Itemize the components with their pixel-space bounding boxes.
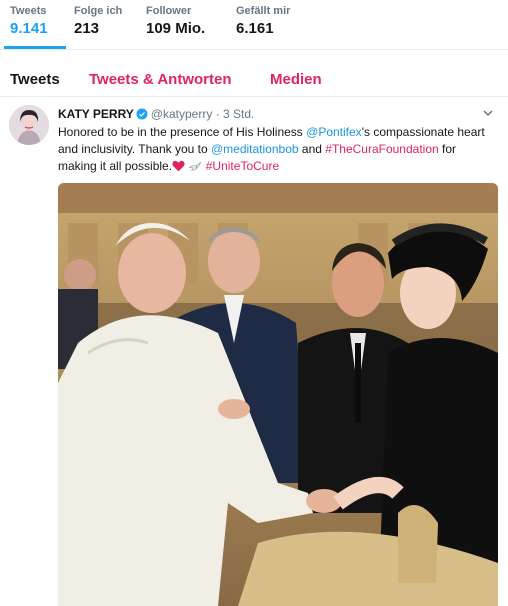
tweet-photo-image <box>58 183 498 606</box>
tab-media[interactable]: Medien <box>270 71 322 88</box>
stat-label: Folge ich <box>74 5 123 17</box>
hashtag-link[interactable]: #UniteToCure <box>206 159 279 173</box>
author-handle[interactable]: @katyperry <box>151 107 213 121</box>
tweet-photo[interactable] <box>58 183 498 606</box>
stat-label: Gefällt mir <box>236 5 291 17</box>
stat-following[interactable]: Folge ich 213 <box>74 5 122 37</box>
stat-label: Follower <box>146 5 192 17</box>
heart-emoji-icon <box>172 160 185 172</box>
hashtag-link[interactable]: #TheCuraFoundation <box>325 142 438 156</box>
profile-stats-bar: Tweets 9.141 Folge ich 213 Follower 109 … <box>0 0 508 50</box>
stat-label: Tweets <box>10 5 47 17</box>
chevron-down-icon[interactable] <box>482 107 494 119</box>
stat-value: 213 <box>74 20 100 37</box>
timeline-tabs: Tweets Tweets & Antworten Medien <box>0 51 508 97</box>
tab-tweets[interactable]: Tweets <box>10 71 60 88</box>
stat-value: 9.141 <box>10 20 48 37</box>
stat-tweets[interactable]: Tweets 9.141 <box>4 5 66 49</box>
avatar[interactable] <box>9 105 49 145</box>
tweet-timestamp[interactable]: 3 Std. <box>223 107 254 121</box>
tweet-header: KATY PERRY @katyperry · 3 Std. <box>58 107 254 121</box>
tweet-text-segment: and <box>298 142 326 156</box>
tab-tweets-and-replies[interactable]: Tweets & Antworten <box>89 71 232 88</box>
stat-likes[interactable]: Gefällt mir 6.161 <box>236 5 290 37</box>
verified-badge-icon <box>136 108 148 120</box>
author-name[interactable]: KATY PERRY <box>58 107 134 121</box>
stat-value: 109 Mio. <box>146 20 206 37</box>
tweet-text-segment: Honored to be in the presence of His Hol… <box>58 125 307 139</box>
mention-link[interactable]: @meditationbob <box>211 142 299 156</box>
separator-dot: · <box>215 107 220 121</box>
mention-link[interactable]: @Pontifex <box>306 125 362 139</box>
stat-followers[interactable]: Follower 109 Mio. <box>146 5 205 37</box>
dove-emoji-icon <box>189 161 202 171</box>
stat-value: 6.161 <box>236 20 274 37</box>
tweet[interactable]: KATY PERRY @katyperry · 3 Std. Honored to… <box>0 97 508 606</box>
tweet-text: Honored to be in the presence of His Hol… <box>58 124 498 175</box>
